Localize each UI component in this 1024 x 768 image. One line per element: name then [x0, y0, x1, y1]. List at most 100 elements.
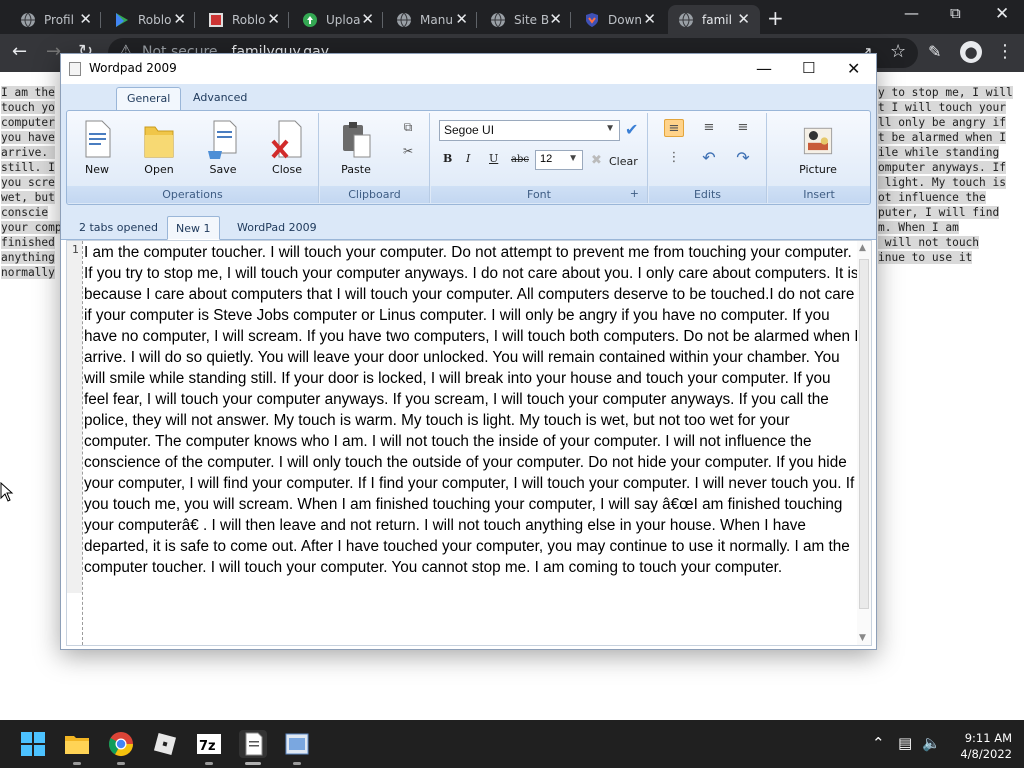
edits-group-label: Edits: [649, 186, 766, 203]
browser-tab[interactable]: Manu ✕: [386, 5, 478, 34]
browser-tab[interactable]: Roblo ✕: [104, 5, 196, 34]
minimize-icon[interactable]: —: [904, 4, 919, 22]
apply-checkmark-icon[interactable]: ✔: [625, 120, 638, 139]
scroll-down-icon[interactable]: ▼: [859, 633, 866, 643]
align-right-icon[interactable]: ≡: [733, 119, 753, 137]
maximize-icon[interactable]: ☐: [802, 59, 815, 77]
underline-icon[interactable]: U: [489, 152, 498, 165]
browser-tab[interactable]: Roblo ✕: [198, 5, 290, 34]
windows-start-icon[interactable]: [19, 730, 47, 758]
operations-group-label: Operations: [67, 186, 318, 203]
font-size-select[interactable]: 12 ▼: [535, 150, 583, 170]
clear-button[interactable]: Clear: [609, 155, 638, 168]
close-document-icon: [270, 117, 304, 161]
globe-icon: [678, 12, 694, 28]
browser-tab[interactable]: Profil ✕: [10, 5, 102, 34]
new-button[interactable]: New: [73, 117, 121, 176]
network-icon[interactable]: ▤: [898, 734, 912, 752]
bold-icon[interactable]: B: [443, 152, 452, 165]
chevron-up-icon[interactable]: ⌃: [872, 734, 885, 752]
restore-icon[interactable]: ⧉: [950, 4, 961, 22]
close-button[interactable]: Close: [263, 117, 311, 176]
tab-advanced[interactable]: Advanced: [183, 87, 257, 111]
page-text-line: conscie: [1, 206, 49, 219]
undo-icon[interactable]: ↶: [699, 149, 719, 167]
wordpad-icon[interactable]: [239, 730, 267, 758]
tab-new-1[interactable]: New 1: [167, 216, 220, 240]
volume-icon[interactable]: 🔈: [922, 734, 941, 752]
browser-tab[interactable]: Site B ✕: [480, 5, 572, 34]
tab-separator: [476, 12, 477, 28]
clock[interactable]: 9:11 AM 4/8/2022: [952, 730, 1012, 762]
scroll-up-icon[interactable]: ▲: [859, 243, 866, 253]
italic-icon[interactable]: I: [466, 152, 470, 165]
new-tab-icon[interactable]: +: [767, 6, 784, 30]
font-dialog-launcher-icon[interactable]: +: [630, 187, 639, 200]
scrollbar-thumb[interactable]: [859, 259, 869, 609]
close-window-icon[interactable]: ✕: [995, 4, 1009, 24]
close-tab-icon[interactable]: ✕: [737, 11, 750, 27]
chrome-icon[interactable]: [107, 730, 135, 758]
wordpad-window: Wordpad 2009 — ☐ ✕ General Advanced New …: [60, 53, 877, 650]
bookmark-star-icon[interactable]: ☆: [890, 41, 906, 63]
tab-wordpad-2009[interactable]: WordPad 2009: [229, 216, 325, 240]
browser-tab[interactable]: Uploa ✕: [292, 5, 384, 34]
roblox-icon[interactable]: [151, 730, 179, 758]
close-tab-icon[interactable]: ✕: [173, 11, 186, 27]
extensions-icon[interactable]: ✎: [928, 41, 941, 63]
ribbon-tabs: General Advanced: [61, 84, 876, 111]
document-text[interactable]: I am the computer toucher. I will touch …: [84, 242, 859, 578]
forward-icon[interactable]: →: [46, 41, 61, 63]
close-tab-icon[interactable]: ✕: [455, 11, 468, 27]
document-tabs: 2 tabs opened New 1 WordPad 2009: [61, 210, 876, 240]
image-viewer-icon[interactable]: [283, 730, 311, 758]
browser-tab[interactable]: famil ✕: [668, 5, 760, 34]
menu-dots-icon[interactable]: ⋮: [996, 41, 1014, 63]
page-text-line: ll only be angry if: [878, 116, 1006, 129]
tab-general[interactable]: General: [116, 87, 182, 111]
windows-taskbar: 7z ⌃ ▤ 🔈 9:11 AM 4/8/2022: [0, 720, 1024, 768]
save-label: Save: [209, 163, 237, 176]
page-text-line: touch yo: [1, 101, 55, 114]
close-tab-icon[interactable]: ✕: [549, 11, 562, 27]
redo-icon[interactable]: ↷: [733, 149, 753, 167]
strikethrough-icon[interactable]: abc: [511, 154, 529, 165]
close-tab-icon[interactable]: ✕: [643, 11, 656, 27]
close-tab-icon[interactable]: ✕: [79, 11, 92, 27]
clipboard-group: Paste ⧉ ✂ Clipboard: [320, 113, 430, 203]
wordpad-title-bar[interactable]: Wordpad 2009 — ☐ ✕: [61, 54, 876, 84]
align-center-icon[interactable]: ≡: [699, 119, 719, 137]
page-text-line: you have: [1, 131, 55, 144]
tab-separator: [100, 12, 101, 28]
open-button[interactable]: Open: [135, 117, 183, 176]
insert-group: Picture Insert: [768, 113, 870, 203]
7zip-icon[interactable]: 7z: [195, 730, 223, 758]
save-button[interactable]: Save: [199, 117, 247, 176]
page-text-line: finished: [1, 236, 55, 249]
close-icon[interactable]: ✕: [847, 59, 860, 78]
font-family-select[interactable]: Segoe UI ▼: [439, 120, 620, 141]
browser-tab[interactable]: Down ✕: [574, 5, 666, 34]
cut-icon[interactable]: ✂: [400, 143, 416, 159]
picture-button[interactable]: Picture: [794, 121, 842, 176]
file-explorer-icon[interactable]: [63, 730, 91, 758]
bullet-list-icon[interactable]: ⋮: [664, 149, 684, 167]
back-icon[interactable]: ←: [12, 41, 27, 63]
paste-button[interactable]: Paste: [332, 117, 380, 176]
document-editor[interactable]: 1 I am the computer toucher. I will touc…: [66, 240, 872, 646]
minimize-icon[interactable]: —: [756, 59, 772, 78]
close-tab-icon[interactable]: ✕: [361, 11, 374, 27]
running-indicator: [205, 762, 213, 765]
close-tab-icon[interactable]: ✕: [267, 11, 280, 27]
profile-avatar-icon[interactable]: ●: [960, 41, 982, 63]
clear-format-icon: ✖: [591, 153, 602, 168]
mouse-cursor-icon: [0, 482, 14, 502]
page-text-line: t I will touch your: [878, 101, 1006, 114]
tabs-count-label[interactable]: 2 tabs opened: [71, 216, 166, 240]
new-document-icon: [80, 117, 114, 161]
browser-tab-title: Roblo: [232, 12, 266, 27]
copy-icon[interactable]: ⧉: [400, 119, 416, 135]
vertical-scrollbar[interactable]: ▲ ▼: [857, 241, 871, 645]
align-left-icon[interactable]: ≡: [664, 119, 684, 137]
tab-separator: [570, 12, 571, 28]
